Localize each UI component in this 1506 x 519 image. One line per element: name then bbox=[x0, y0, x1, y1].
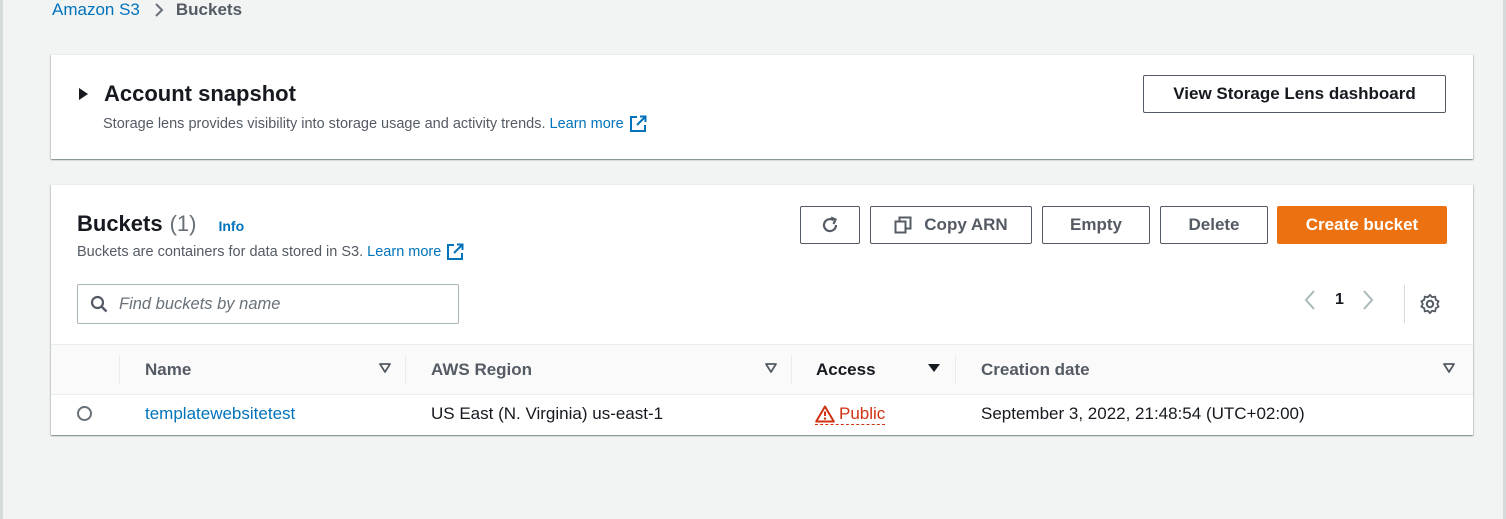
column-label-creation-date: Creation date bbox=[981, 359, 1090, 379]
search-icon bbox=[90, 295, 108, 313]
account-snapshot-panel: Account snapshot Storage lens provides v… bbox=[51, 54, 1473, 159]
access-public-badge[interactable]: Public bbox=[815, 403, 886, 425]
empty-button[interactable]: Empty bbox=[1042, 206, 1150, 244]
account-snapshot-title: Account snapshot bbox=[104, 81, 296, 106]
account-snapshot-description: Storage lens provides visibility into st… bbox=[103, 115, 647, 133]
copy-arn-button[interactable]: Copy ARN bbox=[870, 206, 1032, 244]
external-link-icon[interactable] bbox=[446, 243, 464, 261]
create-bucket-button[interactable]: Create bucket bbox=[1277, 206, 1447, 244]
breadcrumb-current: Buckets bbox=[175, 0, 243, 19]
table-row[interactable]: templatewebsitetest US East (N. Virginia… bbox=[51, 394, 1473, 434]
caret-right-icon bbox=[79, 88, 88, 100]
buckets-description: Buckets are containers for data stored i… bbox=[77, 243, 464, 261]
chevron-right-icon bbox=[154, 2, 164, 18]
refresh-button[interactable] bbox=[800, 206, 860, 244]
copy-icon bbox=[894, 216, 912, 234]
pagination-divider bbox=[1404, 285, 1405, 323]
bucket-region-cell: US East (N. Virginia) us-east-1 bbox=[431, 404, 664, 423]
copy-arn-label: Copy ARN bbox=[924, 215, 1008, 234]
bucket-name-cell: templatewebsitetest bbox=[145, 394, 295, 434]
breadcrumb: Amazon S3 Buckets bbox=[52, 0, 242, 22]
buckets-panel: Buckets (1) Info Buckets are containers … bbox=[51, 184, 1473, 435]
external-link-icon[interactable] bbox=[629, 115, 647, 133]
bucket-creation-date-cell: September 3, 2022, 21:48:54 (UTC+02:00) bbox=[981, 404, 1305, 423]
chevron-right-icon[interactable] bbox=[1361, 289, 1375, 311]
buckets-header: Buckets (1) Info bbox=[77, 211, 244, 237]
page-number[interactable]: 1 bbox=[1335, 291, 1344, 309]
column-label-region: AWS Region bbox=[431, 359, 533, 379]
column-label-access: Access bbox=[816, 359, 876, 379]
row-select-radio[interactable] bbox=[77, 406, 92, 421]
refresh-icon bbox=[820, 215, 840, 235]
breadcrumb-amazon-s3-link[interactable]: Amazon S3 bbox=[52, 0, 140, 20]
bucket-access-cell: Public bbox=[815, 394, 886, 434]
access-public-label: Public bbox=[839, 403, 886, 423]
column-header-creation-date[interactable]: Creation date bbox=[956, 345, 1469, 394]
view-storage-lens-button[interactable]: View Storage Lens dashboard bbox=[1143, 75, 1446, 113]
chevron-left-icon[interactable] bbox=[1303, 289, 1317, 311]
column-label-name: Name bbox=[145, 359, 192, 379]
warning-triangle-icon bbox=[815, 405, 835, 423]
sort-down-icon[interactable] bbox=[379, 363, 391, 373]
settings-gear-icon[interactable] bbox=[1419, 293, 1441, 315]
column-header-name[interactable]: Name bbox=[120, 345, 405, 394]
buckets-title: Buckets bbox=[77, 211, 163, 236]
buckets-description-text: Buckets are containers for data stored i… bbox=[77, 244, 364, 260]
search-input[interactable] bbox=[117, 293, 441, 315]
column-header-access[interactable]: Access bbox=[792, 345, 955, 394]
bucket-name-link[interactable]: templatewebsitetest bbox=[145, 404, 295, 424]
delete-button[interactable]: Delete bbox=[1160, 206, 1268, 244]
snapshot-learn-more-link[interactable]: Learn more bbox=[550, 116, 624, 132]
buckets-count: (1) bbox=[169, 211, 197, 236]
page-left-border bbox=[0, 0, 3, 519]
sort-down-icon[interactable] bbox=[1443, 363, 1455, 373]
pagination: 1 bbox=[1303, 289, 1375, 311]
sort-down-icon[interactable] bbox=[765, 363, 777, 373]
account-snapshot-toggle[interactable]: Account snapshot bbox=[79, 81, 296, 107]
column-header-region[interactable]: AWS Region bbox=[406, 345, 791, 394]
info-link[interactable]: Info bbox=[218, 218, 244, 234]
buckets-learn-more-link[interactable]: Learn more bbox=[367, 244, 441, 260]
bucket-search bbox=[77, 284, 459, 324]
table-header: Name AWS Region Access Creation date bbox=[51, 344, 1473, 395]
snapshot-description-text: Storage lens provides visibility into st… bbox=[103, 116, 546, 132]
sort-down-icon[interactable] bbox=[927, 363, 941, 373]
